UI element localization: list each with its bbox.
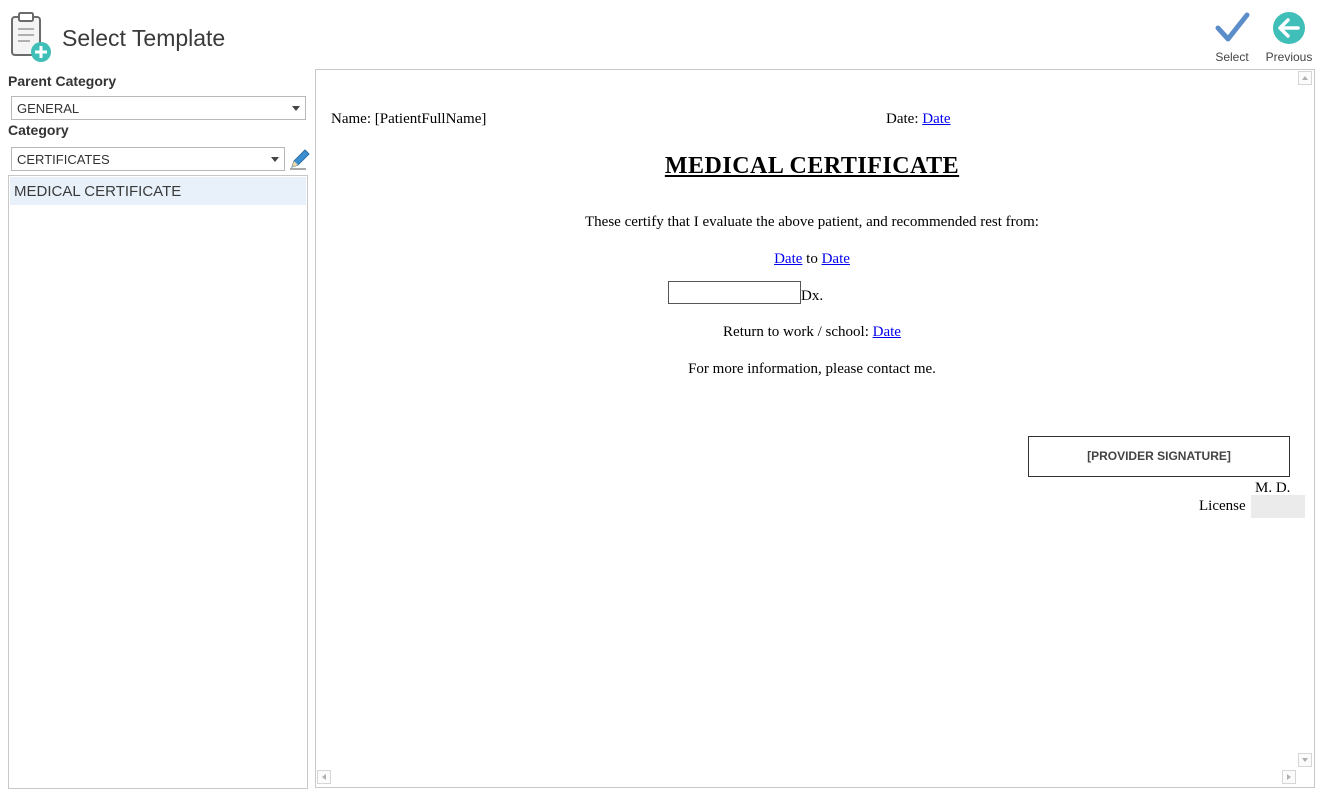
list-item[interactable]: MEDICAL CERTIFICATE <box>10 177 306 205</box>
clipboard-add-icon <box>10 11 54 63</box>
license-field[interactable] <box>1251 495 1305 518</box>
checkmark-icon <box>1214 10 1250 46</box>
parent-category-select[interactable]: GENERAL <box>11 96 306 120</box>
select-button[interactable]: Select <box>1206 10 1258 64</box>
scroll-left-icon[interactable] <box>317 770 331 784</box>
certificate-title: MEDICAL CERTIFICATE <box>664 153 960 179</box>
return-line: Return to work / school: Date <box>330 324 1294 341</box>
pencil-icon[interactable] <box>288 147 310 171</box>
return-date-link[interactable]: Date <box>873 324 901 340</box>
provider-signature: [PROVIDER SIGNATURE] <box>1028 436 1290 477</box>
parent-category-value: GENERAL <box>17 101 80 116</box>
category-select[interactable]: CERTIFICATES <box>11 147 285 171</box>
chevron-down-icon <box>270 152 280 166</box>
rest-date-range: Date to Date <box>330 251 1294 268</box>
select-button-label: Select <box>1215 50 1249 64</box>
license-label: License <box>1199 498 1246 514</box>
scroll-right-icon[interactable] <box>1282 770 1296 784</box>
category-label: Category <box>8 122 69 138</box>
date-line: Date: Date <box>886 111 951 128</box>
template-list[interactable]: MEDICAL CERTIFICATE <box>8 175 308 789</box>
range-to-word: to <box>802 251 822 267</box>
page-title: Select Template <box>62 25 226 51</box>
date-link[interactable]: Date <box>922 111 950 127</box>
rest-from-date-link[interactable]: Date <box>774 251 802 267</box>
scroll-down-icon[interactable] <box>1298 753 1312 767</box>
rest-to-date-link[interactable]: Date <box>822 251 850 267</box>
previous-button[interactable]: Previous <box>1263 10 1315 64</box>
dx-label: Dx. <box>801 288 824 304</box>
certify-text: These certify that I evaluate the above … <box>585 214 1039 230</box>
dx-input[interactable] <box>668 281 801 304</box>
patient-name-line: Name: [PatientFullName] <box>331 111 487 127</box>
previous-button-label: Previous <box>1265 50 1313 64</box>
scroll-up-icon[interactable] <box>1298 71 1312 85</box>
return-label: Return to work / school: <box>723 324 873 340</box>
more-info-text: For more information, please contact me. <box>688 361 936 377</box>
parent-category-label: Parent Category <box>8 73 117 89</box>
category-value: CERTIFICATES <box>17 152 110 167</box>
arrow-left-circle-icon <box>1271 10 1307 46</box>
chevron-down-icon <box>291 101 301 115</box>
date-label: Date: <box>886 111 923 127</box>
